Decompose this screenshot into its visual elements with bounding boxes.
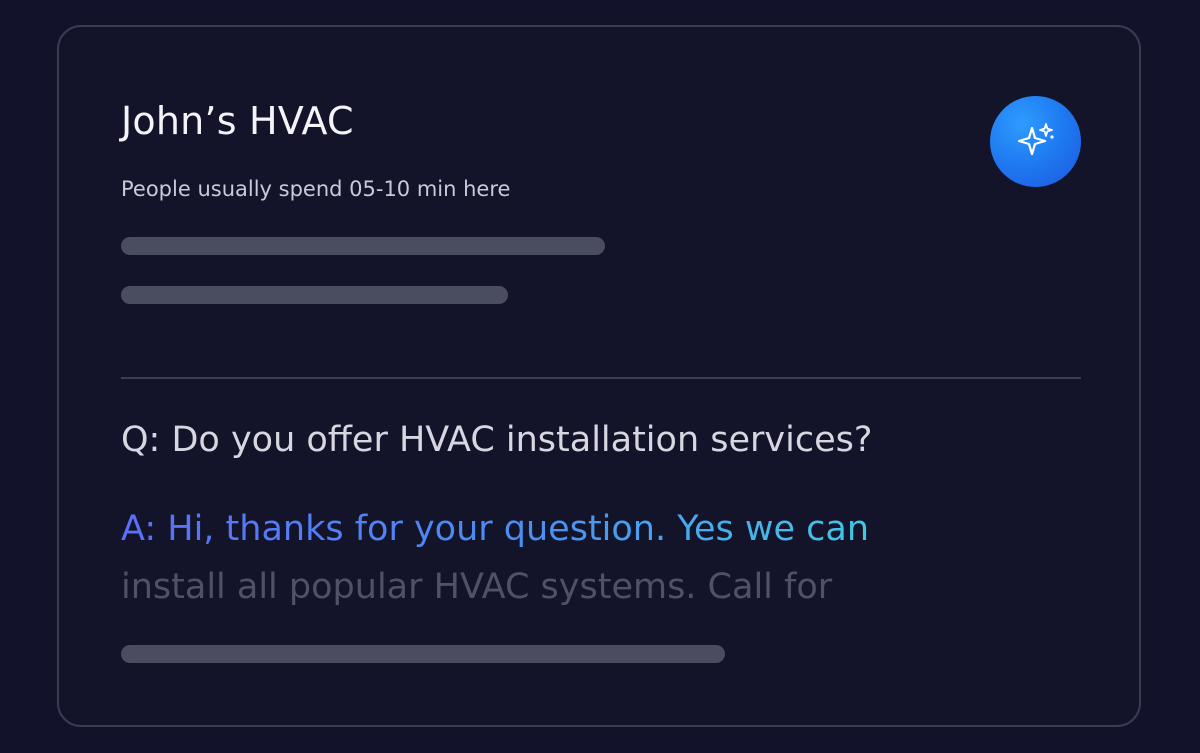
faq-answer-line-2: install all popular HVAC systems. Call f… bbox=[121, 567, 833, 607]
description-placeholder-line-1 bbox=[121, 237, 605, 255]
section-divider bbox=[121, 377, 1081, 379]
faq-answer-line-1: A: Hi, thanks for your question. Yes we … bbox=[121, 509, 870, 549]
visit-duration-note: People usually spend 05-10 min here bbox=[121, 177, 511, 201]
ai-assistant-button[interactable] bbox=[990, 96, 1081, 187]
faq-question: Q: Do you offer HVAC installation servic… bbox=[121, 420, 873, 460]
business-name: John’s HVAC bbox=[121, 99, 354, 143]
answer-placeholder-line bbox=[121, 645, 725, 663]
description-placeholder-line-2 bbox=[121, 286, 508, 304]
sparkle-icon bbox=[1017, 122, 1054, 155]
